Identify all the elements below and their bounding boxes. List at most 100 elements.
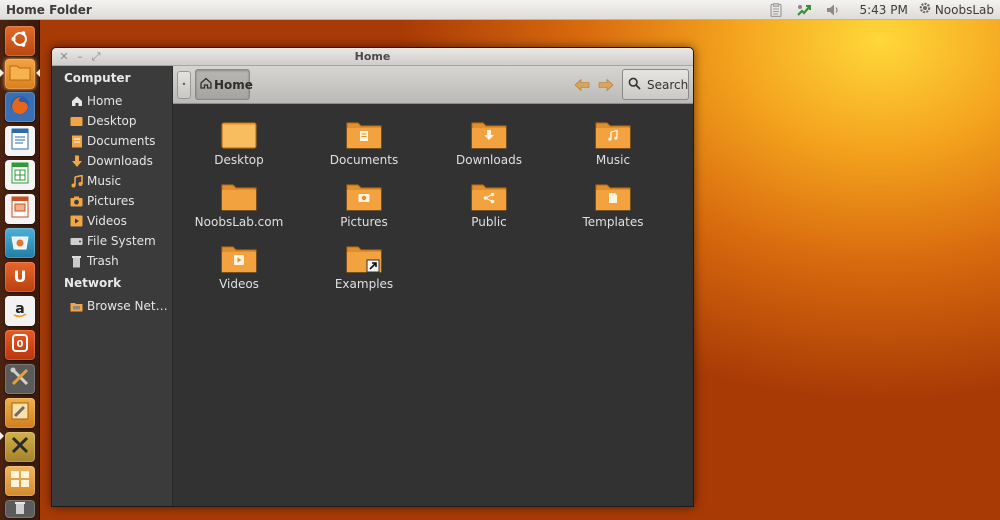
sidebar-item-label: Pictures	[87, 194, 135, 208]
file-label: Downloads	[456, 153, 522, 167]
folder-item-noobslab[interactable]: NoobsLab.com	[177, 181, 301, 239]
back-button[interactable]	[574, 78, 590, 92]
folder-item-documents[interactable]: Documents	[302, 119, 426, 177]
settings-alt-launcher[interactable]	[5, 432, 35, 462]
desktop-icon	[70, 115, 83, 128]
clock[interactable]: 5:43 PM	[859, 3, 907, 17]
breadcrumb-label: Home	[214, 77, 253, 92]
firefox-launcher[interactable]	[5, 92, 35, 122]
sidebar-item-label: Documents	[87, 134, 156, 148]
indicator-area: 5:43 PM NoobsLab	[763, 0, 1000, 20]
sidebar-item-label: Music	[87, 174, 122, 188]
sidebar-item-videos[interactable]: Videos	[70, 212, 170, 230]
folder-item-videos[interactable]: Videos	[177, 243, 301, 301]
sidebar-item-pictures[interactable]: Pictures	[70, 192, 170, 210]
pictures-folder-icon	[346, 184, 382, 211]
ubuntu-one-launcher[interactable]: U	[5, 262, 35, 292]
folder-icon	[9, 63, 31, 85]
music-folder-icon	[595, 122, 631, 149]
tools-icon	[9, 366, 31, 392]
videos-folder-icon	[221, 246, 257, 273]
folder-item-pictures[interactable]: Pictures	[302, 181, 426, 239]
sidebar-item-label: Browse Net…	[87, 299, 168, 313]
sidebar-heading-network: Network	[64, 276, 122, 290]
software-center-icon	[9, 231, 31, 255]
breadcrumb-scroll-left[interactable]: •	[177, 71, 191, 99]
session-menu[interactable]: NoobsLab	[918, 1, 994, 18]
folder-icon	[221, 184, 257, 211]
sidebar-item-trash[interactable]: Trash	[70, 252, 170, 270]
trash-icon	[70, 255, 83, 268]
documents-icon	[70, 135, 83, 148]
user-name: NoobsLab	[934, 2, 994, 17]
documents-folder-icon	[346, 122, 382, 149]
libreoffice-impress-launcher[interactable]	[5, 194, 35, 224]
folder-item-public[interactable]: Public	[427, 181, 551, 239]
downloads-icon	[70, 155, 83, 168]
folder-item-examples[interactable]: Examples	[302, 243, 426, 301]
libreoffice-calc-launcher[interactable]	[5, 160, 35, 190]
file-label: Pictures	[340, 215, 388, 229]
dash-home-button[interactable]	[5, 26, 35, 56]
downloads-folder-icon	[471, 122, 507, 149]
sidebar-item-browse-network[interactable]: Browse Net…	[70, 297, 170, 315]
ubuntu-one-alt-icon: 0	[11, 333, 29, 357]
file-label: Videos	[219, 277, 259, 291]
search-button[interactable]: Search	[622, 69, 689, 100]
workspaces-icon	[9, 469, 31, 493]
trash-icon	[13, 500, 27, 519]
volume-icon[interactable]	[826, 0, 840, 20]
ubuntu-one-icon: U	[13, 267, 27, 286]
places-sidebar: Computer Home Desktop Documents Download…	[52, 66, 173, 506]
gear-icon	[918, 1, 932, 18]
amazon-launcher[interactable]: a	[5, 296, 35, 326]
sidebar-item-downloads[interactable]: Downloads	[70, 152, 170, 170]
folder-item-music[interactable]: Music	[551, 119, 675, 177]
firefox-icon	[9, 94, 31, 120]
trash-launcher[interactable]	[5, 500, 35, 518]
system-settings-launcher[interactable]	[5, 364, 35, 394]
window-titlebar[interactable]: ✕ – ⤢ Home	[52, 48, 693, 66]
forward-arrow-icon	[598, 76, 614, 95]
home-icon	[200, 77, 214, 92]
folder-item-templates[interactable]: Templates	[551, 181, 675, 239]
search-icon	[628, 77, 647, 93]
sidebar-heading-computer: Computer	[64, 71, 131, 85]
svg-text:0: 0	[17, 339, 24, 350]
desktop-folder-icon	[221, 122, 257, 149]
file-label: Examples	[334, 277, 394, 291]
sidebar-item-label: Desktop	[87, 114, 137, 128]
file-label: Templates	[582, 215, 644, 229]
tools-alt-icon	[9, 434, 31, 460]
sidebar-item-home[interactable]: Home	[70, 92, 170, 110]
presentation-icon	[11, 196, 29, 222]
libreoffice-writer-launcher[interactable]	[5, 126, 35, 156]
network-icon[interactable]	[796, 0, 812, 20]
file-label: Desktop	[214, 153, 264, 167]
folder-item-downloads[interactable]: Downloads	[427, 119, 551, 177]
wrench-icon	[9, 400, 31, 426]
window-title: Home	[354, 50, 391, 63]
workspace-switcher-launcher[interactable]	[5, 466, 35, 496]
software-center-launcher[interactable]	[5, 228, 35, 258]
network-folder-icon	[70, 300, 83, 313]
ubuntu-one-music-launcher[interactable]: 0	[5, 330, 35, 360]
examples-folder-icon	[346, 246, 382, 273]
ubuntu-logo-icon	[10, 29, 30, 53]
breadcrumb-home-button[interactable]: Home	[195, 69, 253, 100]
sidebar-item-desktop[interactable]: Desktop	[70, 112, 170, 130]
clipboard-icon[interactable]	[770, 0, 783, 20]
sidebar-item-label: File System	[87, 234, 156, 248]
sidebar-item-file-system[interactable]: File System	[70, 232, 170, 250]
gnome-tweak-launcher[interactable]	[5, 398, 35, 428]
forward-button[interactable]	[598, 78, 614, 92]
drive-icon	[70, 235, 83, 248]
sidebar-item-documents[interactable]: Documents	[70, 132, 170, 150]
folder-item-desktop[interactable]: Desktop	[177, 119, 301, 177]
sidebar-item-music[interactable]: Music	[70, 172, 170, 190]
back-arrow-icon	[574, 76, 590, 95]
sidebar-item-label: Trash	[87, 254, 119, 268]
document-icon	[11, 128, 29, 154]
spreadsheet-icon	[11, 162, 29, 188]
files-launcher[interactable]	[5, 59, 35, 89]
